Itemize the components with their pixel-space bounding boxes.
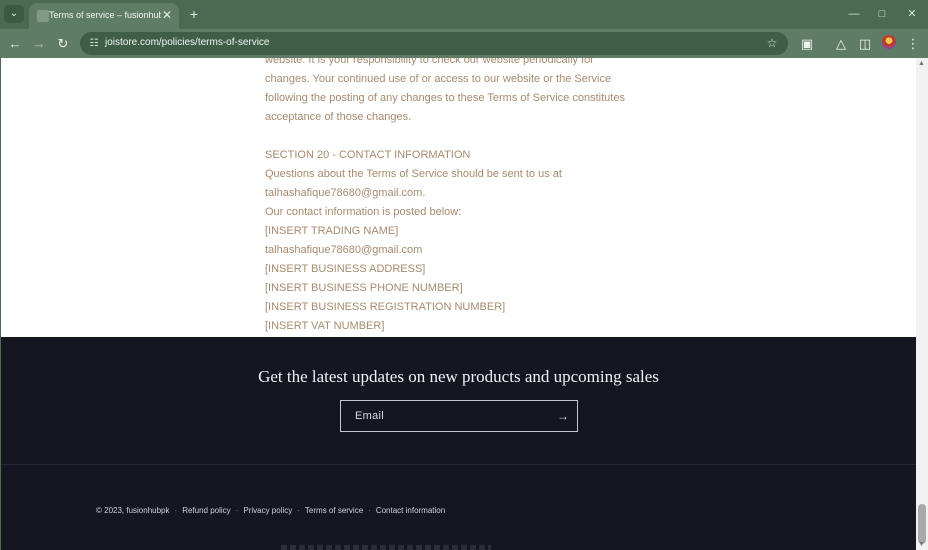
scroll-down-icon[interactable]: ▼: [918, 541, 925, 548]
chevron-down-icon[interactable]: ⌄: [4, 5, 24, 23]
policy-line: following the posting of any changes to …: [265, 92, 625, 104]
policy-line: [INSERT BUSINESS REGISTRATION NUMBER]: [265, 301, 506, 313]
policy-line: talhashafique78680@gmail.com.: [265, 187, 426, 199]
vertical-scrollbar[interactable]: ▲ ▼: [916, 58, 928, 550]
tab-title: Terms of service – fusionhubpk: [49, 10, 161, 20]
policy-line: [INSERT VAT NUMBER]: [265, 320, 385, 332]
address-bar[interactable]: ☷ joistore.com/policies/terms-of-service…: [80, 32, 788, 55]
separator: ·: [174, 506, 178, 515]
flask-icon[interactable]: △: [832, 35, 850, 53]
arrow-right-icon[interactable]: →: [555, 408, 571, 424]
policy-line: acceptance of those changes.: [265, 111, 412, 123]
policy-content: website. It is your responsibility to ch…: [265, 58, 665, 336]
url-text[interactable]: joistore.com/policies/terms-of-service: [105, 37, 270, 48]
browser-window: ⌄ Terms of service – fusionhubpk ✕ + — □…: [0, 0, 928, 550]
policy-line: [INSERT BUSINESS PHONE NUMBER]: [265, 282, 463, 294]
footer-link-contact-information[interactable]: Contact information: [376, 506, 445, 515]
email-field[interactable]: Email →: [340, 400, 578, 432]
separator: ·: [297, 506, 300, 515]
policy-line: Our contact information is posted below:: [265, 206, 462, 218]
page-viewport: website. It is your responsibility to ch…: [1, 58, 916, 550]
tab-strip: ⌄ Terms of service – fusionhubpk ✕ + — □…: [0, 0, 928, 29]
scroll-thumb[interactable]: [918, 504, 926, 544]
maximize-icon[interactable]: □: [874, 6, 890, 22]
policy-line: [INSERT TRADING NAME]: [265, 225, 399, 237]
tune-icon[interactable]: ☷: [86, 36, 102, 52]
footer-link-terms-of-service[interactable]: Terms of service: [305, 506, 363, 515]
browser-toolbar: ← → ↻ ☷ joistore.com/policies/terms-of-s…: [0, 29, 928, 58]
newsletter-heading: Get the latest updates on new products a…: [258, 367, 659, 386]
favicon-icon: [37, 10, 49, 22]
separator: ·: [235, 506, 239, 515]
side-panel-icon[interactable]: ◫: [856, 35, 874, 53]
star-icon[interactable]: ☆: [764, 35, 780, 51]
footer-link-privacy-policy[interactable]: Privacy policy: [243, 506, 292, 515]
footer-divider: [1, 464, 916, 465]
kebab-menu-icon[interactable]: ⋮: [904, 35, 922, 53]
policy-line: Questions about the Terms of Service sho…: [265, 168, 562, 180]
tab-terms-of-service[interactable]: Terms of service – fusionhubpk ✕: [29, 3, 179, 29]
footer-links: © 2023, fusionhubpk · Refund policy · Privac…: [96, 506, 449, 515]
reload-icon[interactable]: ↻: [54, 35, 72, 53]
separator: ·: [368, 506, 371, 515]
site-footer: Get the latest updates on new products a…: [1, 337, 916, 550]
policy-line: [INSERT BUSINESS ADDRESS]: [265, 263, 426, 275]
footer-link-refund-policy[interactable]: Refund policy: [182, 506, 230, 515]
puzzle-icon[interactable]: ▣: [798, 35, 816, 53]
payment-icons-strip: [281, 545, 491, 550]
minimize-icon[interactable]: —: [846, 6, 862, 22]
copyright: © 2023, fusionhubpk: [96, 506, 170, 515]
section-heading: SECTION 20 - CONTACT INFORMATION: [265, 149, 471, 161]
policy-line: changes. Your continued use of or access…: [265, 73, 612, 85]
email-placeholder[interactable]: Email: [355, 410, 384, 422]
plus-icon[interactable]: +: [186, 6, 202, 22]
arrow-left-icon[interactable]: ←: [6, 35, 24, 53]
avatar[interactable]: [882, 35, 896, 49]
policy-line: talhashafique78680@gmail.com: [265, 244, 423, 256]
close-icon[interactable]: ✕: [160, 8, 174, 22]
window-close-icon[interactable]: ✕: [904, 6, 920, 22]
scroll-up-icon[interactable]: ▲: [918, 60, 925, 67]
policy-line: website. It is your responsibility to ch…: [265, 58, 594, 66]
arrow-right-icon[interactable]: →: [30, 35, 48, 53]
